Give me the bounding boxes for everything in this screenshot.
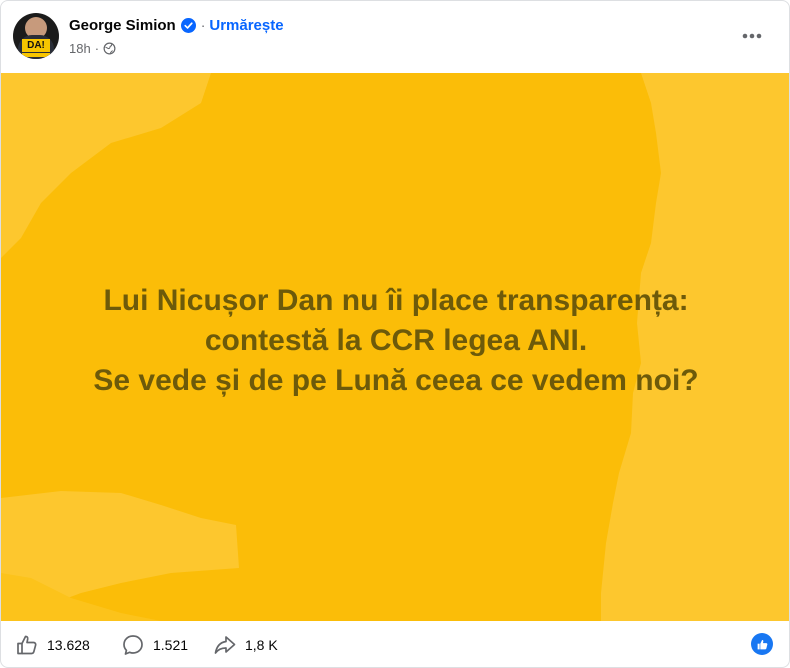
verified-badge-icon <box>180 17 196 33</box>
post-time[interactable]: 18h <box>69 41 91 56</box>
author-row: George Simion · Urmărește <box>69 15 284 35</box>
headline-line-1: Lui Nicușor Dan nu îi place transparența… <box>103 284 689 317</box>
post-actions: 13.628 1.521 1,8 K <box>1 621 789 667</box>
globe-icon[interactable] <box>103 42 116 55</box>
comment-count: 1.521 <box>153 637 189 653</box>
more-options-button[interactable] <box>734 21 770 51</box>
author-name[interactable]: George Simion <box>69 17 176 34</box>
comment-button[interactable]: 1.521 <box>121 629 188 661</box>
image-headline: Lui Nicușor Dan nu îi place transparența… <box>1 281 789 401</box>
header-separator: · <box>200 17 206 33</box>
post-image[interactable]: Lui Nicușor Dan nu îi place transparența… <box>1 73 789 621</box>
post-meta: 18h · <box>69 39 116 57</box>
like-reaction-icon[interactable] <box>751 633 773 655</box>
comment-icon <box>123 635 143 655</box>
facebook-post: DA! George Simion · Urmărește 18h · Lui … <box>0 0 790 668</box>
author-avatar[interactable]: DA! <box>13 13 59 59</box>
post-header: DA! George Simion · Urmărește 18h · <box>1 1 789 73</box>
headline-line-2: contestă la CCR legea ANI. <box>204 324 588 357</box>
thumbs-up-icon <box>17 635 37 655</box>
more-dots-icon <box>742 33 762 39</box>
share-arrow-icon <box>214 636 236 654</box>
share-count: 1,8 K <box>245 637 278 653</box>
follow-button[interactable]: Urmărește <box>209 17 283 34</box>
avatar-badge: DA! <box>22 39 50 52</box>
share-button[interactable]: 1,8 K <box>213 629 278 661</box>
meta-separator: · <box>94 40 100 56</box>
like-count: 13.628 <box>47 637 90 653</box>
like-button[interactable]: 13.628 <box>15 629 90 661</box>
avatar-strip <box>22 53 50 57</box>
headline-line-3: Se vede și de pe Lună ceea ce vedem noi? <box>93 364 699 397</box>
